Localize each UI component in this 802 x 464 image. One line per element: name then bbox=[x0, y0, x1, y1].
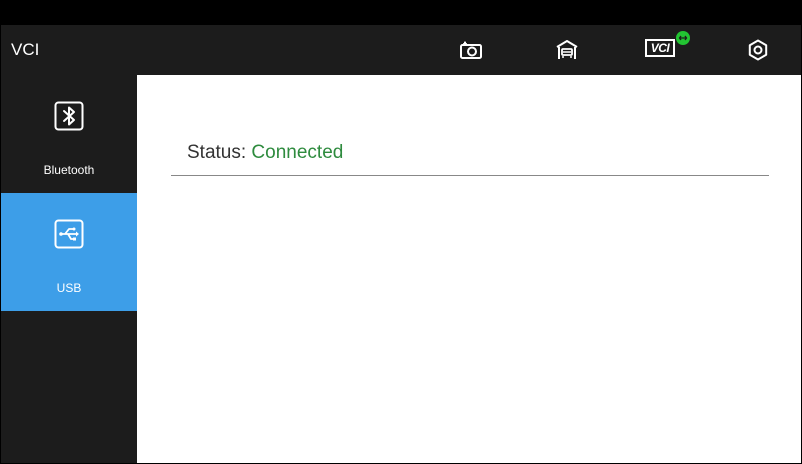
sidebar-item-bluetooth[interactable]: Bluetooth bbox=[1, 75, 137, 193]
vci-status-dot bbox=[676, 31, 690, 45]
bluetooth-icon bbox=[54, 101, 84, 131]
app-window: VCI VCI Bluetooth USB Status: Connected bbox=[0, 0, 802, 464]
usb-icon bbox=[54, 219, 84, 249]
vci-connection-label: VCI bbox=[645, 39, 675, 57]
sidebar-item-usb[interactable]: USB bbox=[1, 193, 137, 311]
system-status-bar bbox=[1, 1, 801, 25]
divider bbox=[171, 175, 769, 176]
main-content: Status: Connected bbox=[137, 75, 801, 463]
sidebar-item-label: USB bbox=[56, 281, 82, 295]
connection-status: Status: Connected bbox=[187, 142, 343, 164]
status-value: Connected bbox=[251, 142, 344, 163]
status-label: Status: bbox=[187, 142, 252, 163]
sidebar-item-label: Bluetooth bbox=[43, 163, 95, 177]
page-title: VCI bbox=[11, 40, 40, 59]
camera-icon[interactable] bbox=[459, 38, 483, 62]
garage-icon[interactable] bbox=[555, 38, 579, 62]
app-bar: VCI VCI bbox=[1, 25, 801, 75]
settings-icon[interactable] bbox=[746, 38, 770, 62]
sidebar: Bluetooth USB bbox=[1, 75, 137, 463]
